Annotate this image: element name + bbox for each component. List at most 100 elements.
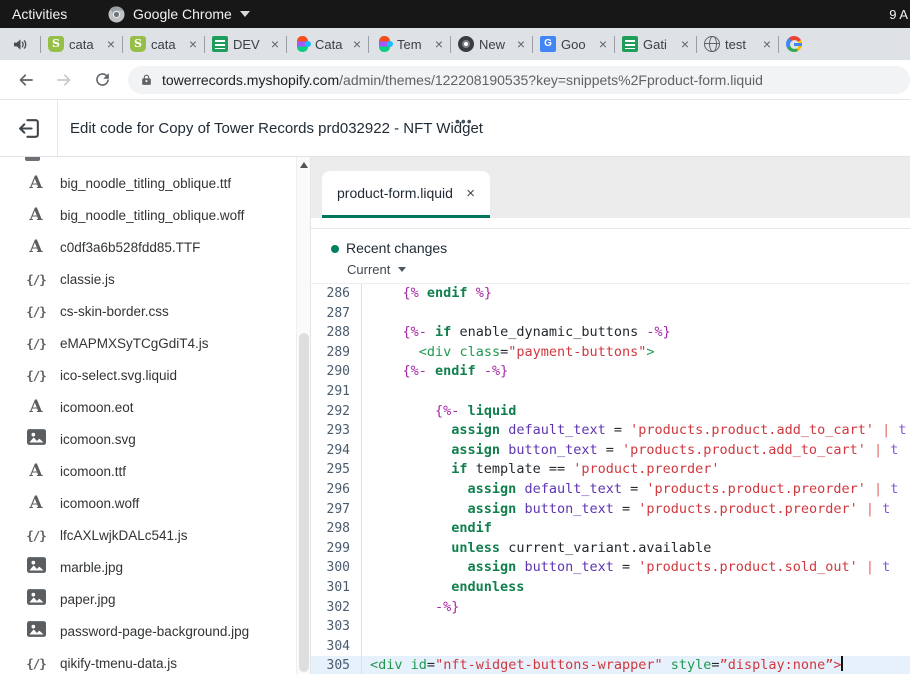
browser-tab[interactable]: cata × <box>123 28 204 60</box>
line-number: 298 <box>311 519 362 539</box>
tab-close-icon[interactable]: × <box>271 37 279 51</box>
clock[interactable]: 9 A <box>889 7 908 22</box>
chrome-dark-favicon-icon <box>458 36 474 52</box>
code-line[interactable]: 291 <box>311 382 910 402</box>
line-number: 295 <box>311 460 362 480</box>
code-line[interactable]: 290 {%- endif -%} <box>311 362 910 382</box>
code-line[interactable]: 296 assign default_text = 'products.prod… <box>311 480 910 500</box>
code-line[interactable]: 288 {%- if enable_dynamic_buttons -%} <box>311 323 910 343</box>
code-line[interactable]: 301 endunless <box>311 578 910 598</box>
file-item[interactable]: Ac0df3a6b528fdd85.TTF <box>0 231 292 263</box>
code-line[interactable]: 287 <box>311 304 910 324</box>
scrollbar-thumb[interactable] <box>299 333 309 672</box>
code-line-active[interactable]: 305<div id="nft-widget-buttons-wrapper" … <box>311 656 910 674</box>
exit-code-editor-button[interactable] <box>17 116 42 141</box>
code-line[interactable]: 304 <box>311 637 910 657</box>
file-item[interactable]: icomoon.svg <box>0 423 292 455</box>
back-button[interactable] <box>14 68 38 92</box>
line-number: 302 <box>311 598 362 618</box>
editor-tab-close-icon[interactable]: × <box>466 185 475 202</box>
app-menu[interactable]: Google Chrome <box>108 6 250 23</box>
file-item[interactable]: Abig_noodle_titling_oblique.woff <box>0 199 292 231</box>
line-number: 297 <box>311 500 362 520</box>
file-item[interactable]: Aicomoon.woff <box>0 487 292 519</box>
code-line[interactable]: 293 assign default_text = 'products.prod… <box>311 421 910 441</box>
file-item[interactable]: {/}classie.js <box>0 263 292 295</box>
scrollbar-up-arrow-icon[interactable] <box>300 162 308 168</box>
code-line[interactable]: 295 if template == 'product.preorder' <box>311 460 910 480</box>
sidebar-scrollbar[interactable] <box>296 157 310 674</box>
browser-tab[interactable]: Tem × <box>369 28 450 60</box>
code-line[interactable]: 297 assign button_text = 'products.produ… <box>311 500 910 520</box>
file-name: cs-skin-border.css <box>60 304 169 319</box>
editor-tab-label: product-form.liquid <box>337 185 466 201</box>
file-item[interactable]: Abig_noodle_titling_oblique.ttf <box>0 167 292 199</box>
tab-close-icon[interactable]: × <box>435 37 443 51</box>
browser-tab[interactable]: DEV× <box>205 28 286 60</box>
file-item[interactable]: paper.jpg <box>0 583 292 615</box>
tab-title: cata <box>151 37 184 52</box>
file-item[interactable]: {/}qikify-tmenu-data.js <box>0 647 292 674</box>
tab-title: test <box>725 37 758 52</box>
forward-button[interactable] <box>52 68 76 92</box>
code-line[interactable]: 286 {% endif %} <box>311 284 910 304</box>
tab-close-icon[interactable]: × <box>763 37 771 51</box>
browser-tab[interactable]: Goo × <box>533 28 614 60</box>
line-number: 304 <box>311 637 362 657</box>
file-item[interactable]: {/}ico-select.svg.liquid <box>0 359 292 391</box>
file-item[interactable]: Aicomoon.eot <box>0 391 292 423</box>
tab-close-icon[interactable]: × <box>681 37 689 51</box>
code-line[interactable]: 289 <div class="payment-buttons"> <box>311 343 910 363</box>
audio-indicator-icon[interactable] <box>0 38 40 51</box>
version-dropdown[interactable]: Current <box>347 262 406 277</box>
tab-title: Tem <box>397 37 430 52</box>
browser-tab[interactable] <box>779 28 910 60</box>
browser-tab[interactable]: test × <box>697 28 778 60</box>
code-line[interactable]: 299 unless current_variant.available <box>311 539 910 559</box>
tab-close-icon[interactable]: × <box>599 37 607 51</box>
code-line[interactable]: 298 endif <box>311 519 910 539</box>
line-content: assign default_text = 'products.product.… <box>362 421 910 441</box>
file-item[interactable]: marble.jpg <box>0 551 292 583</box>
line-content <box>362 304 910 324</box>
tab-close-icon[interactable]: × <box>517 37 525 51</box>
url-text: towerrecords.myshopify.com/admin/themes/… <box>162 72 763 88</box>
file-item[interactable]: {/}lfcAXLwjkDALc541.js <box>0 519 292 551</box>
google-favicon-icon <box>786 36 802 52</box>
file-item[interactable]: {/}cs-skin-border.css <box>0 295 292 327</box>
line-content <box>362 637 910 657</box>
tab-close-icon[interactable]: × <box>353 37 361 51</box>
line-number: 299 <box>311 539 362 559</box>
code-area[interactable]: 286 {% endif %}287288 {%- if enable_dyna… <box>311 284 910 674</box>
browser-tab[interactable]: Gati× <box>615 28 696 60</box>
font-file-icon: A <box>25 495 47 512</box>
code-line[interactable]: 303 <box>311 617 910 637</box>
browser-tab[interactable]: cata× <box>41 28 122 60</box>
tab-close-icon[interactable]: × <box>189 37 197 51</box>
file-item[interactable]: {/}eMAPMXSyTCgGdiT4.js <box>0 327 292 359</box>
url-bar[interactable]: towerrecords.myshopify.com/admin/themes/… <box>128 66 910 94</box>
browser-tab[interactable]: New× <box>451 28 532 60</box>
active-tab-underline <box>322 215 490 218</box>
figma-favicon-icon <box>297 36 308 52</box>
tab-close-icon[interactable]: × <box>107 37 115 51</box>
line-number: 289 <box>311 343 362 363</box>
activities-button[interactable]: Activities <box>12 6 67 22</box>
reload-button[interactable] <box>90 68 114 92</box>
file-item[interactable]: password-page-background.jpg <box>0 615 292 647</box>
editor-tab-product-form[interactable]: product-form.liquid × <box>322 171 490 215</box>
page-title: Edit code for Copy of Tower Records prd0… <box>70 120 483 137</box>
tab-title: Goo <box>561 37 594 52</box>
line-content: <div class="payment-buttons"> <box>362 343 910 363</box>
code-line[interactable]: 292 {%- liquid <box>311 402 910 422</box>
code-line[interactable]: 300 assign button_text = 'products.produ… <box>311 558 910 578</box>
code-line[interactable]: 294 assign button_text = 'products.produ… <box>311 441 910 461</box>
chrome-logo-icon <box>108 6 125 23</box>
line-content: assign button_text = 'products.product.s… <box>362 558 910 578</box>
code-line[interactable]: 302 -%} <box>311 598 910 618</box>
browser-tab[interactable]: Cata× <box>287 28 368 60</box>
more-actions-button[interactable]: ••• <box>455 113 473 129</box>
file-item[interactable]: Aicomoon.ttf <box>0 455 292 487</box>
globe-favicon-icon <box>704 36 720 52</box>
font-file-icon: A <box>25 175 47 192</box>
